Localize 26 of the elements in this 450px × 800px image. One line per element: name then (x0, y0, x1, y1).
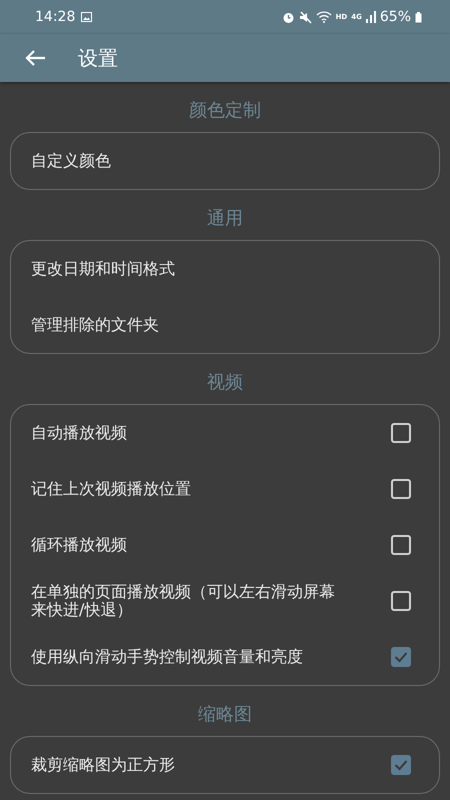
setting-label: 自动播放视频 (31, 424, 128, 442)
settings-item[interactable]: 更改日期和时间格式 (11, 241, 439, 297)
settings-item[interactable]: 自定义颜色 (11, 133, 439, 189)
settings-item[interactable]: 管理排除的文件夹 (11, 297, 439, 353)
section-header: 视频 (207, 371, 243, 395)
clock-time: 14:28 (35, 9, 76, 25)
alarm-icon (282, 10, 295, 24)
battery-percent: 65% (380, 9, 411, 25)
setting-label: 裁剪缩略图为正方形 (31, 756, 176, 774)
setting-label: 使用纵向滑动手势控制视频音量和亮度 (31, 648, 304, 666)
checkbox[interactable] (391, 755, 411, 775)
signal-icon (366, 11, 376, 23)
battery-icon (415, 12, 422, 22)
check-icon (394, 651, 408, 663)
screen-title: 设置 (78, 44, 118, 72)
setting-label: 循环播放视频 (31, 536, 128, 554)
wifi-icon (316, 11, 332, 23)
mute-icon (298, 10, 312, 24)
setting-label: 在单独的页面播放视频（可以左右滑动屏幕来快进/快退） (31, 583, 336, 619)
image-icon (81, 12, 92, 22)
section-header: 缩略图 (198, 703, 252, 727)
section-header: 颜色定制 (189, 99, 261, 123)
check-icon (394, 759, 408, 771)
setting-label: 记住上次视频播放位置 (31, 480, 192, 498)
section-header: 通用 (207, 207, 243, 231)
checkbox[interactable] (391, 647, 411, 667)
